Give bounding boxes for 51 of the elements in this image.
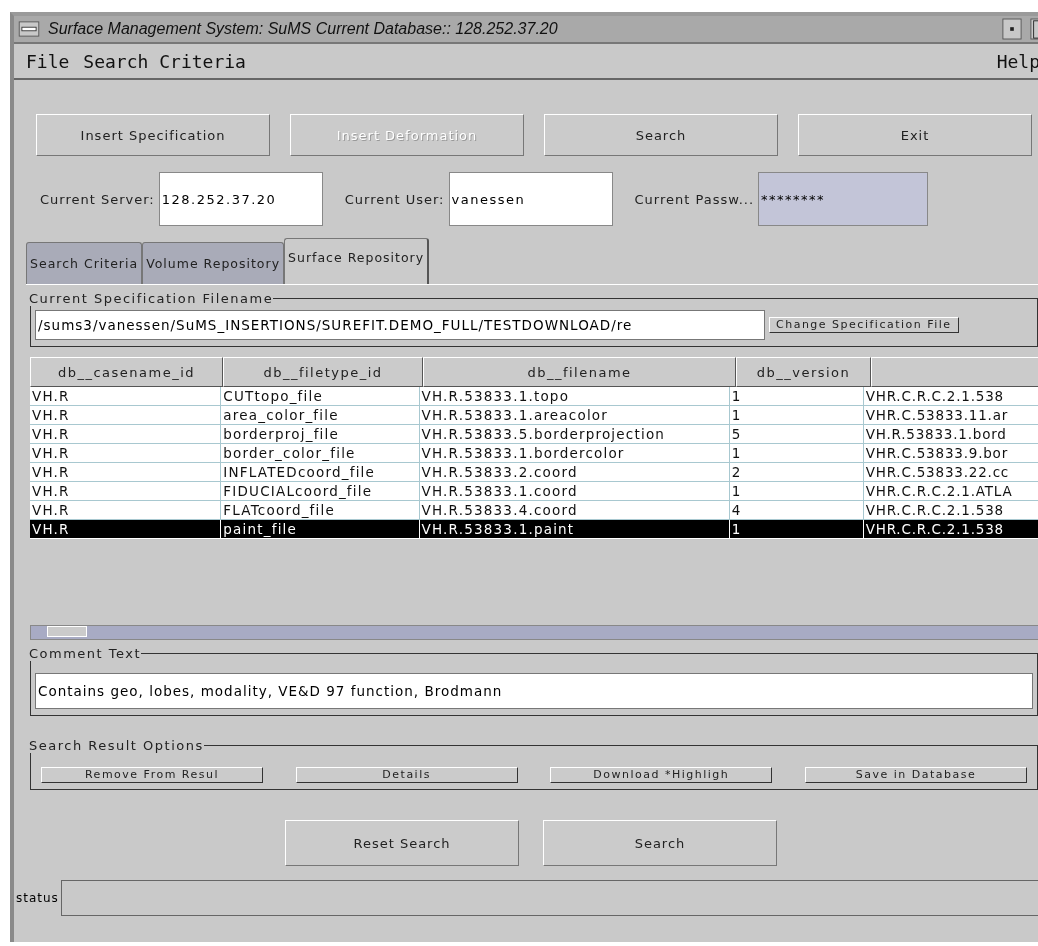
window-menu-icon[interactable]: [18, 21, 40, 37]
toolbar-button[interactable]: Exit: [798, 114, 1032, 156]
table-row[interactable]: VH.R area_color_file VH.R.53833.1.areacolor 1 VHR.C.53833.11.ar: [30, 406, 1038, 425]
input-field[interactable]: vanessen: [448, 172, 613, 226]
input-field[interactable]: 128.252.37.20: [158, 172, 323, 226]
status-label: status: [15, 891, 60, 905]
group-title: Comment Text: [29, 646, 142, 661]
field-label: Current Passw...: [634, 191, 755, 207]
field-label: Current Server:: [40, 191, 155, 207]
column-header[interactable]: db__casename_id: [30, 357, 223, 387]
scrollbar-thumb[interactable]: [47, 626, 87, 637]
table-row[interactable]: VH.R border_color_file VH.R.53833.1.bordercolor 1 VHR.C.53833.9.bor: [30, 444, 1038, 463]
field-label: Current User:: [344, 191, 445, 207]
option-button[interactable]: Remove From Resul: [41, 767, 263, 783]
window-title: Surface Management System: SuMS Current Database:: 128.252.37.20: [48, 20, 558, 38]
option-button[interactable]: Save in Database: [804, 767, 1027, 783]
menu-item[interactable]: Help: [996, 50, 1038, 72]
tab[interactable]: Search Criteria: [26, 242, 143, 284]
group-title: Search Result Options: [29, 738, 204, 753]
option-button[interactable]: Details: [295, 767, 518, 783]
toolbar-button[interactable]: Insert Specification: [36, 114, 270, 156]
table-row[interactable]: VH.R FIDUCIALcoord_file VH.R.53833.1.coord 1 VHR.C.R.C.2.1.ATLA: [30, 482, 1038, 501]
group-title: Current Specification Filename: [29, 291, 274, 306]
table-row[interactable]: VH.R INFLATEDcoord_file VH.R.53833.2.coord 2 VHR.C.53833.22.cc: [30, 463, 1038, 482]
table-cell: VH.R: [30, 520, 222, 539]
comment-field[interactable]: Contains geo, lobes, modality, VE&D 97 function, Brodmann: [35, 673, 1033, 709]
column-header[interactable]: db__filename: [423, 357, 736, 387]
tab[interactable]: Surface Repository: [284, 238, 430, 284]
column-header[interactable]: db__filetype_id: [223, 357, 423, 387]
horizontal-scrollbar[interactable]: [30, 625, 1038, 640]
table-row[interactable]: VH.R borderproj_file VH.R.53833.5.borderprojection 5 VH.R.53833.1.bord: [30, 425, 1038, 444]
table-cell: 1: [729, 520, 864, 539]
table-cell: paint_file: [221, 520, 420, 539]
table-row[interactable]: VH.R CUTtopo_file VH.R.53833.1.topo 1 VHR.C.R.C.2.1.538: [30, 387, 1038, 406]
menu-item[interactable]: File: [26, 50, 70, 72]
column-header[interactable]: db__version: [736, 357, 871, 387]
minimize-icon[interactable]: [1002, 17, 1022, 41]
column-header[interactable]: [871, 357, 1038, 387]
tab[interactable]: Volume Repository: [142, 242, 285, 284]
change-file-button[interactable]: Change Specification File: [769, 317, 959, 333]
table-cell: VHR.C.R.C.2.1.538: [863, 520, 1038, 539]
action-button[interactable]: Reset Search: [285, 820, 519, 866]
action-button[interactable]: Search: [543, 820, 777, 866]
menu-item[interactable]: Search Criteria: [83, 50, 246, 72]
toolbar-button[interactable]: Search: [544, 114, 778, 156]
table-row[interactable]: VH.R paint_file VH.R.53833.1.paint 1 VHR.C.R.C.2.1.538: [30, 520, 1038, 539]
table-row[interactable]: VH.R FLATcoord_file VH.R.53833.4.coord 4 VHR.C.R.C.2.1.538: [30, 501, 1038, 520]
input-field[interactable]: ********: [758, 172, 929, 226]
option-button[interactable]: Download *Highligh: [550, 767, 773, 783]
table-cell: VH.R.53833.1.paint: [419, 520, 730, 539]
filename-field[interactable]: /sums3/vanessen/SuMS_INSERTIONS/SUREFIT.DEMO_FULL/TESTDOWNLOAD/re: [35, 310, 765, 340]
